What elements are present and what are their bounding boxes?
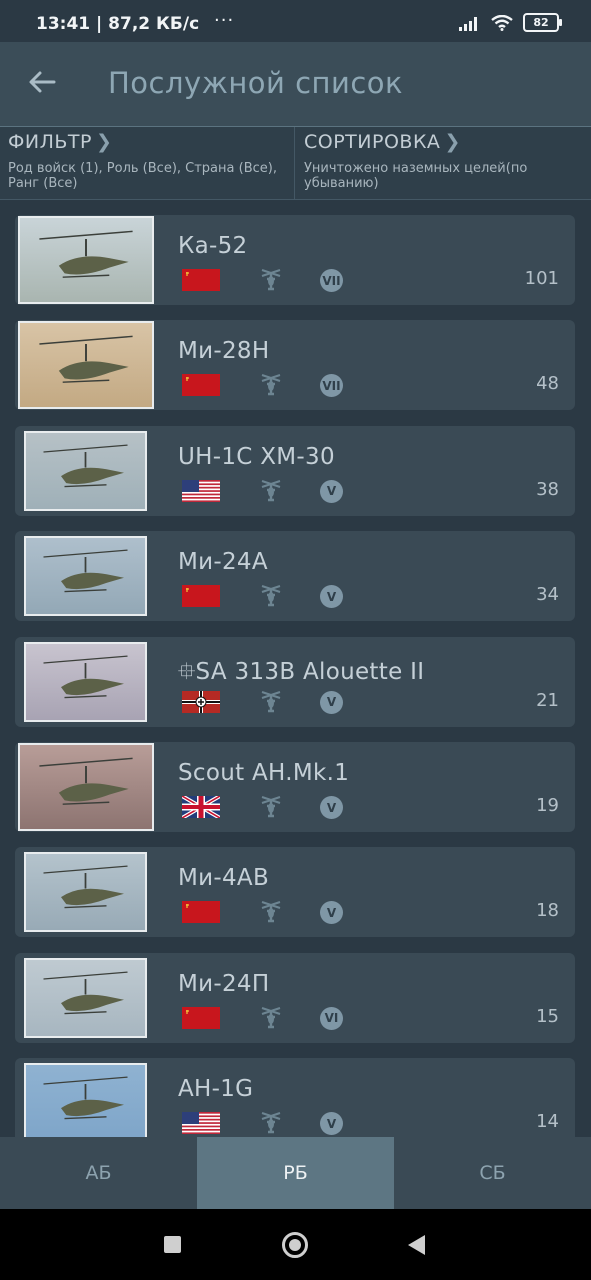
vehicle-row[interactable]: UH-1C XM-30 V 38 <box>15 425 575 516</box>
vehicle-thumbnail <box>18 743 154 831</box>
country-flag-icon <box>182 796 220 818</box>
vehicle-row[interactable]: Ми-28Н VII 48 <box>15 320 575 411</box>
country-flag-icon <box>182 269 220 291</box>
ground-targets-count: 19 <box>536 795 559 816</box>
vehicle-row[interactable]: Scout AH.Mk.1 V 19 <box>15 742 575 832</box>
ground-targets-count: 15 <box>536 1005 559 1027</box>
status-icons: 82 <box>459 13 562 32</box>
vehicle-name: AH-1G <box>178 1076 254 1103</box>
helicopter-role-icon <box>259 899 283 925</box>
back-triangle-icon[interactable] <box>408 1235 425 1255</box>
rank-badge: VI <box>320 1006 343 1030</box>
sort-label: СОРТИРОВКА <box>304 131 441 153</box>
sort-value: Уничтожено наземных целей(по убыванию) <box>304 161 528 191</box>
rank-badge: V <box>320 479 343 503</box>
vehicle-row[interactable]: Ми-24П VI 15 <box>15 952 575 1043</box>
ground-targets-count: 48 <box>536 373 559 395</box>
vehicle-name: Ми-28Н <box>178 338 270 365</box>
ground-targets-count: 101 <box>524 268 559 289</box>
vehicle-thumbnail <box>24 957 147 1038</box>
app-bar: Послужной список <box>0 42 591 128</box>
battery-icon: 82 <box>523 13 562 32</box>
ground-targets-count: 18 <box>536 900 559 922</box>
filter-header: ФИЛЬТР ❯ <box>8 131 112 153</box>
vehicle-row[interactable]: AH-1G V 14 <box>15 1058 575 1137</box>
back-arrow-icon[interactable] <box>26 66 58 98</box>
wifi-icon <box>491 14 513 31</box>
filter-sort-bar: ФИЛЬТР ❯ Род войск (1), Роль (Все), Стран… <box>0 127 591 200</box>
vehicle-thumbnail <box>24 1063 147 1137</box>
vehicle-thumbnail <box>24 430 147 511</box>
chevron-right-icon: ❯ <box>444 131 461 153</box>
sort-button[interactable]: СОРТИРОВКА ❯ Уничтожено наземных целей(по… <box>296 127 591 199</box>
vehicle-name: Ми-24П <box>178 970 270 997</box>
helicopter-role-icon <box>259 478 283 504</box>
sort-header: СОРТИРОВКА ❯ <box>304 131 461 153</box>
vehicle-list[interactable]: Ка-52 VII 101 Ми-28Н VII 48 UH-1C XM-30 V 38 Ми-2… <box>0 200 591 1137</box>
vehicle-row[interactable]: ⯐SA 313B Alouette II V 21 <box>15 636 575 727</box>
rank-badge: V <box>320 585 343 609</box>
status-time: 13:41 | 87,2 КБ/с <box>36 14 200 34</box>
helicopter-role-icon <box>259 583 283 609</box>
rank-badge: V <box>320 1112 343 1136</box>
country-flag-icon <box>182 585 220 608</box>
signal-icon <box>459 16 477 31</box>
home-icon[interactable] <box>282 1232 308 1258</box>
tab-rb[interactable]: РБ <box>197 1137 394 1209</box>
vehicle-name: Ка-52 <box>178 233 248 259</box>
helicopter-role-icon <box>259 267 283 293</box>
status-more-dots: ··· <box>214 10 235 31</box>
filter-value: Род войск (1), Роль (Все), Страна (Все),… <box>8 161 277 191</box>
vehicle-name: Scout AH.Mk.1 <box>178 760 350 786</box>
vehicle-thumbnail <box>24 852 147 933</box>
system-nav-bar <box>0 1209 591 1280</box>
vehicle-row[interactable]: Ми-24А V 34 <box>15 531 575 622</box>
country-flag-icon <box>182 1112 220 1135</box>
helicopter-role-icon <box>259 372 283 398</box>
country-flag-icon <box>182 374 220 397</box>
vehicle-name: Ми-4АВ <box>178 865 270 892</box>
mode-tabs: АБ РБ СБ <box>0 1137 591 1209</box>
tab-ab[interactable]: АБ <box>0 1137 197 1209</box>
rank-badge: V <box>320 690 343 714</box>
vehicle-row[interactable]: Ка-52 VII 101 <box>15 215 575 305</box>
country-flag-icon <box>182 690 220 713</box>
country-flag-icon <box>182 479 220 502</box>
vehicle-row[interactable]: Ми-4АВ V 18 <box>15 847 575 938</box>
ground-targets-count: 34 <box>536 584 559 606</box>
vehicle-thumbnail <box>18 321 154 410</box>
vehicle-name: ⯐SA 313B Alouette II <box>178 658 425 685</box>
filter-label: ФИЛЬТР <box>8 131 92 153</box>
vehicle-name: Ми-24А <box>178 549 268 576</box>
country-flag-icon <box>182 901 220 924</box>
filter-button[interactable]: ФИЛЬТР ❯ Род войск (1), Роль (Все), Стран… <box>0 127 295 199</box>
helicopter-role-icon <box>259 1110 283 1136</box>
helicopter-role-icon <box>259 689 283 715</box>
rank-badge: VII <box>320 269 343 292</box>
tab-sb[interactable]: СБ <box>394 1137 591 1209</box>
vehicle-thumbnail <box>18 216 154 304</box>
recents-icon[interactable] <box>164 1236 181 1253</box>
ground-targets-count: 14 <box>536 1111 559 1133</box>
rank-badge: VII <box>320 374 343 398</box>
page-title: Послужной список <box>108 66 404 100</box>
chevron-right-icon: ❯ <box>95 131 113 153</box>
helicopter-role-icon <box>259 1005 283 1031</box>
ground-targets-count: 38 <box>536 478 559 500</box>
rank-badge: V <box>320 796 343 819</box>
helicopter-role-icon <box>259 794 283 820</box>
vehicle-name: UH-1C XM-30 <box>178 443 335 470</box>
ground-targets-count: 21 <box>536 689 559 711</box>
country-flag-icon <box>182 1006 220 1029</box>
status-bar: 13:41 | 87,2 КБ/с ··· 82 <box>0 0 591 42</box>
vehicle-thumbnail <box>24 536 147 617</box>
vehicle-thumbnail <box>24 641 147 722</box>
rank-badge: V <box>320 901 343 925</box>
